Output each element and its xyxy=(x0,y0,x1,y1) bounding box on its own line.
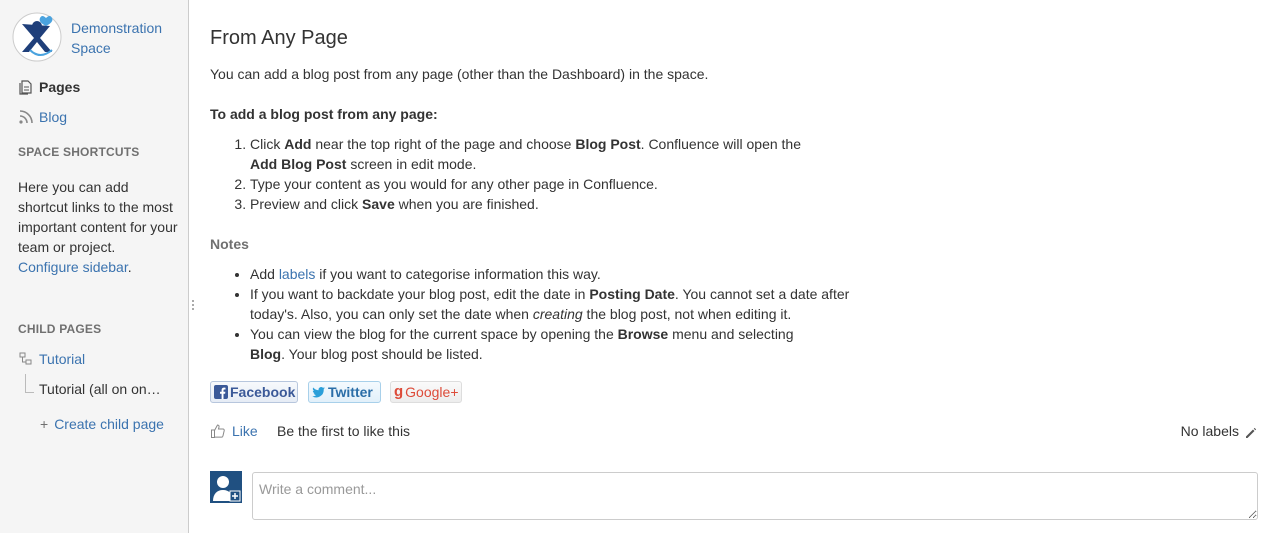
avatar xyxy=(210,471,242,503)
facebook-label: Facebook xyxy=(230,384,296,400)
space-shortcuts-heading: SPACE SHORTCUTS xyxy=(18,145,140,159)
configure-sidebar-link[interactable]: Configure sidebar xyxy=(18,259,128,275)
twitter-label: Twitter xyxy=(328,384,373,400)
google-plus-icon: g xyxy=(394,383,404,400)
text: Click xyxy=(250,136,285,152)
text: Add xyxy=(250,266,279,282)
italic-text: creating xyxy=(532,306,583,322)
twitter-icon xyxy=(312,385,326,399)
sidebar-item-label: Blog xyxy=(39,109,68,125)
space-logo[interactable] xyxy=(12,12,62,62)
bold-text: Blog Post xyxy=(575,136,641,152)
text: menu and selecting xyxy=(668,326,794,342)
plus-icon: + xyxy=(40,416,49,432)
text: when you are finished. xyxy=(394,196,539,212)
text: . Your blog post should be listed. xyxy=(281,346,483,362)
list-item: Preview and click Save when you are fini… xyxy=(250,194,890,214)
steps-heading: To add a blog post from any page: xyxy=(210,106,438,122)
list-item: You can view the blog for the current sp… xyxy=(250,324,890,364)
text: near the top right of the page and choos… xyxy=(311,136,576,152)
sidebar-collapse-handle[interactable] xyxy=(192,300,195,312)
text: Preview and click xyxy=(250,196,363,212)
create-child-label: Create child page xyxy=(54,416,164,432)
bold-text: Browse xyxy=(617,326,669,342)
notes-list: Add labels if you want to categorise inf… xyxy=(210,264,890,364)
text: if you want to categorise information th… xyxy=(315,266,601,282)
page-tree-icon xyxy=(18,351,34,367)
like-label: Like xyxy=(232,423,258,439)
rss-icon xyxy=(18,109,34,125)
text: the blog post, not when editing it. xyxy=(582,306,792,322)
pencil-icon[interactable] xyxy=(1244,425,1257,438)
like-button[interactable]: Like xyxy=(210,421,258,441)
create-child-page-button[interactable]: + Create child page xyxy=(40,414,164,434)
space-name-link[interactable]: Demonstration Space xyxy=(71,18,181,58)
sidebar-item-pages[interactable]: Pages xyxy=(18,77,80,97)
list-item: Add labels if you want to categorise inf… xyxy=(250,264,890,284)
notes-heading: Notes xyxy=(210,236,249,252)
steps-list: Click Add near the top right of the page… xyxy=(210,134,890,214)
text: If you want to backdate your blog post, … xyxy=(250,286,590,302)
facebook-icon xyxy=(214,385,228,399)
share-google-button[interactable]: g Google+ xyxy=(390,381,462,403)
text: You can view the blog for the current sp… xyxy=(250,326,618,342)
sidebar: Demonstration Space Pages Blog SPACE SHO… xyxy=(0,0,189,533)
labels-text: No labels xyxy=(1180,423,1239,439)
tree-connector xyxy=(25,374,34,393)
child-page-label: Tutorial xyxy=(39,351,86,367)
sidebar-item-blog[interactable]: Blog xyxy=(18,107,67,127)
period: . xyxy=(127,259,132,275)
pages-icon xyxy=(18,79,34,95)
text: screen in edit mode. xyxy=(346,156,477,172)
list-item: Type your content as you would for any o… xyxy=(250,174,890,194)
text: Type your content as you would for any o… xyxy=(250,176,658,192)
child-page-tutorial[interactable]: Tutorial xyxy=(18,349,85,369)
bold-text: Blog xyxy=(250,346,282,362)
child-page-tutorial-all[interactable]: Tutorial (all on on… xyxy=(39,379,169,399)
shortcuts-help-text: Here you can add shortcut links to the m… xyxy=(18,177,178,277)
bold-text: Add xyxy=(284,136,312,152)
list-item: If you want to backdate your blog post, … xyxy=(250,284,890,324)
comment-input[interactable] xyxy=(252,472,1258,520)
share-facebook-button[interactable]: Facebook xyxy=(210,381,298,403)
sidebar-item-label: Pages xyxy=(39,79,81,95)
bold-text: Add Blog Post xyxy=(250,156,347,172)
google-label: Google+ xyxy=(405,384,459,400)
like-summary: Be the first to like this xyxy=(277,423,411,439)
bold-text: Posting Date xyxy=(589,286,675,302)
labels-area[interactable]: No labels xyxy=(1181,421,1257,441)
child-pages-heading: CHILD PAGES xyxy=(18,322,102,336)
page-title: From Any Page xyxy=(210,27,348,49)
share-twitter-button[interactable]: Twitter xyxy=(308,381,381,403)
labels-link[interactable]: labels xyxy=(279,266,316,282)
intro-paragraph: You can add a blog post from any page (o… xyxy=(210,66,709,82)
shortcuts-description: Here you can add shortcut links to the m… xyxy=(18,179,178,255)
like-row: Like Be the first to like this No labels xyxy=(210,421,1257,441)
bold-text: Save xyxy=(362,196,395,212)
text: . Confluence will open the xyxy=(640,136,801,152)
list-item: Click Add near the top right of the page… xyxy=(250,134,890,174)
thumbs-up-icon xyxy=(210,423,226,439)
